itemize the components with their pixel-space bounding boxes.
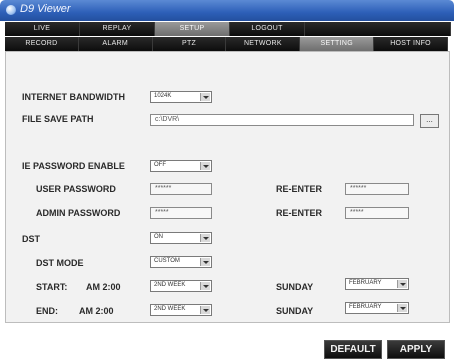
chevron-down-icon xyxy=(200,282,210,290)
browse-button[interactable]: ... xyxy=(420,114,439,128)
tab-ptz[interactable]: PTZ xyxy=(152,37,227,51)
user-password-input[interactable]: ****** xyxy=(150,183,212,195)
dst-end-month-value: FEBRUARY xyxy=(349,304,382,310)
dst-value: ON xyxy=(154,234,163,240)
chevron-down-icon xyxy=(200,258,210,266)
tab-replay[interactable]: REPLAY xyxy=(80,22,155,36)
dst-start-month-value: FEBRUARY xyxy=(349,280,382,286)
internet-bandwidth-select[interactable]: 1024K xyxy=(150,91,212,103)
dst-end-week-value: 2ND WEEK xyxy=(154,306,186,312)
title-bar: D9 Viewer xyxy=(0,0,454,21)
default-button[interactable]: DEFAULT xyxy=(324,340,382,359)
ie-password-enable-select[interactable]: OFF xyxy=(150,160,212,172)
dst-label: DST xyxy=(22,234,40,244)
admin-password-input[interactable]: ***** xyxy=(150,207,212,219)
main-tab-bar: LIVE REPLAY SETUP LOGOUT xyxy=(5,22,451,36)
dst-mode-select[interactable]: CUSTOM xyxy=(150,256,212,268)
dst-mode-label: DST MODE xyxy=(36,258,84,268)
dst-start-week-value: 2ND WEEK xyxy=(154,282,186,288)
tab-setting[interactable]: SETTING xyxy=(300,37,375,51)
chevron-down-icon xyxy=(200,234,210,242)
dst-start-time: AM 2:00 xyxy=(86,282,121,292)
dst-select[interactable]: ON xyxy=(150,232,212,244)
dst-mode-value: CUSTOM xyxy=(154,258,180,264)
chevron-down-icon xyxy=(200,93,210,101)
ie-password-enable-value: OFF xyxy=(154,162,166,168)
dst-start-month-select[interactable]: FEBRUARY xyxy=(345,278,409,290)
ie-password-enable-label: IE PASSWORD ENABLE xyxy=(22,161,125,171)
user-password-reenter-input[interactable]: ****** xyxy=(345,183,409,195)
dst-end-week-select[interactable]: 2ND WEEK xyxy=(150,304,212,316)
chevron-down-icon xyxy=(397,280,407,288)
window-title: D9 Viewer xyxy=(20,3,71,15)
internet-bandwidth-label: INTERNET BANDWIDTH xyxy=(22,92,125,102)
dst-end-day: SUNDAY xyxy=(276,306,314,316)
sub-tab-bar: RECORD ALARM PTZ NETWORK SETTING HOST IN… xyxy=(5,37,448,51)
tab-network[interactable]: NETWORK xyxy=(226,37,301,51)
chevron-down-icon xyxy=(200,162,210,170)
dst-end-label: END: xyxy=(36,306,58,316)
tab-alarm[interactable]: ALARM xyxy=(78,37,153,51)
admin-password-label: ADMIN PASSWORD xyxy=(36,208,121,218)
file-save-path-input[interactable]: c:\DVR\ xyxy=(150,114,414,126)
file-save-path-label: FILE SAVE PATH xyxy=(22,114,94,124)
dst-end-time: AM 2:00 xyxy=(79,306,114,316)
apply-button[interactable]: APPLY xyxy=(387,340,445,359)
dst-start-week-select[interactable]: 2ND WEEK xyxy=(150,280,212,292)
tab-live[interactable]: LIVE xyxy=(5,22,80,36)
admin-password-reenter-input[interactable]: ***** xyxy=(345,207,409,219)
tab-record[interactable]: RECORD xyxy=(5,37,79,51)
dst-end-month-select[interactable]: FEBRUARY xyxy=(345,302,409,314)
tab-setup[interactable]: SETUP xyxy=(155,22,230,36)
internet-bandwidth-value: 1024K xyxy=(154,93,172,99)
dst-start-label: START: xyxy=(36,282,68,292)
chevron-down-icon xyxy=(397,304,407,312)
admin-password-reenter-label: RE-ENTER xyxy=(276,208,323,218)
chevron-down-icon xyxy=(200,306,210,314)
user-password-reenter-label: RE-ENTER xyxy=(276,184,323,194)
tab-logout[interactable]: LOGOUT xyxy=(230,22,305,36)
tab-bar-spacer xyxy=(305,22,451,36)
tab-host-info[interactable]: HOST INFO xyxy=(374,37,448,51)
user-password-label: USER PASSWORD xyxy=(36,184,116,194)
app-logo-icon xyxy=(6,5,16,15)
dst-start-day: SUNDAY xyxy=(276,282,314,292)
